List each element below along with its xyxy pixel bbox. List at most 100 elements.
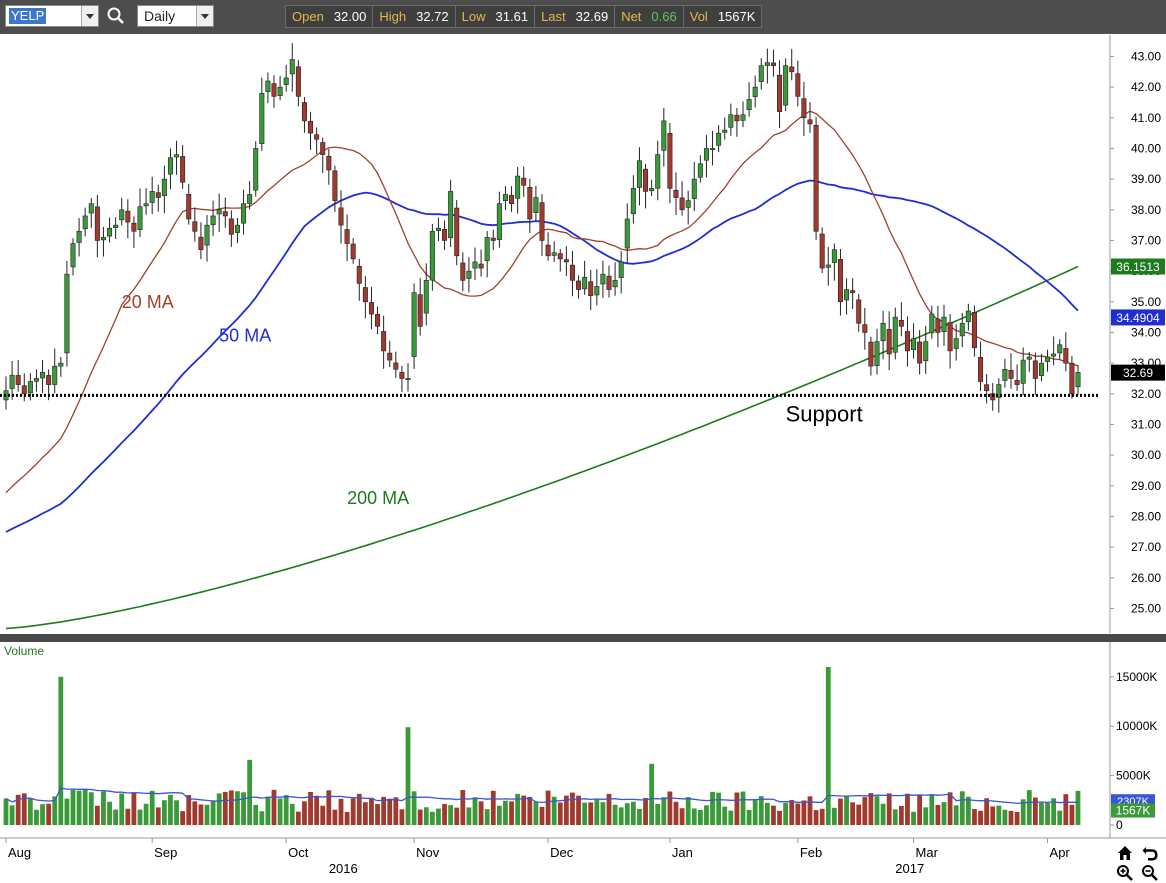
volume-bar — [624, 803, 630, 825]
quote-label: Open — [292, 9, 324, 24]
candle-body — [618, 261, 624, 278]
candle-body — [350, 243, 356, 260]
candle-body — [837, 259, 843, 303]
volume-bar — [88, 792, 94, 825]
candle-body — [777, 74, 783, 112]
candle-body — [533, 197, 539, 213]
quote-last: Last 32.69 — [534, 5, 616, 28]
volume-bar — [801, 800, 807, 825]
candle — [94, 194, 100, 258]
candle-body — [192, 221, 198, 232]
volume-bar — [326, 790, 332, 825]
volume-bar — [1002, 809, 1008, 825]
volume-bar — [46, 803, 52, 825]
candle-body — [965, 310, 971, 323]
candle — [216, 193, 222, 233]
volume-bar — [417, 809, 423, 825]
candle — [180, 145, 186, 189]
search-icon[interactable] — [106, 6, 126, 26]
volume-bar — [338, 798, 344, 825]
candle — [326, 149, 332, 185]
candle-body — [1026, 356, 1032, 360]
axis-layer: 25.00 26.00 27.00 28.00 29.00 30.00 31.00 32.00… — [1109, 35, 1165, 838]
candle — [186, 183, 192, 225]
candle — [198, 222, 204, 260]
zoom-in-icon[interactable] — [1116, 864, 1134, 882]
candle-body — [283, 77, 289, 85]
volume-bar — [661, 797, 667, 825]
candle-body — [710, 148, 716, 150]
candle — [167, 148, 173, 190]
candle-body — [911, 338, 917, 351]
home-icon[interactable] — [1116, 844, 1134, 862]
candle — [283, 64, 289, 92]
interval-select[interactable]: Daily — [137, 5, 214, 27]
candle — [454, 200, 460, 266]
volume-bar — [588, 802, 594, 825]
candle — [521, 166, 527, 197]
volume-bar — [941, 802, 947, 825]
candle — [606, 265, 612, 298]
candle — [70, 238, 76, 276]
candle-body — [167, 157, 173, 175]
quote-value: 0.66 — [651, 9, 677, 24]
candle-body — [643, 168, 649, 192]
candle — [600, 260, 606, 298]
candle-body — [326, 155, 332, 171]
volume-bar — [27, 798, 33, 825]
candle-body — [978, 356, 984, 382]
volume-bar — [679, 808, 685, 825]
candle-body — [557, 253, 563, 260]
candle-body — [9, 375, 15, 389]
volume-bar — [734, 792, 740, 825]
symbol-dropdown-icon[interactable] — [81, 6, 98, 26]
volume-bar — [929, 794, 935, 825]
volume-bar — [740, 791, 746, 825]
candle — [1032, 352, 1038, 395]
volume-bar — [436, 808, 441, 825]
candle-body — [94, 206, 100, 241]
candle — [484, 231, 490, 278]
candle-body — [770, 62, 776, 66]
time-axis: Aug Sep Oct Nov Dec Jan Feb Mar Apr 2016 2017 — [0, 837, 1166, 876]
candle — [886, 311, 892, 371]
candle — [801, 81, 807, 136]
candle — [15, 359, 21, 392]
chart-area[interactable]: Support 20 MA 50 MA 200 MA Volume 25.00 26.0… — [0, 34, 1166, 883]
candle — [399, 365, 405, 393]
candle-body — [636, 160, 642, 188]
candle-body — [448, 191, 454, 239]
candle — [107, 217, 113, 243]
candle-body — [923, 341, 929, 362]
candle-body — [362, 287, 368, 303]
candle-body — [545, 244, 551, 257]
volume-bar — [917, 794, 923, 825]
candle-body — [856, 299, 862, 324]
price-tick-label: 30.00 — [1131, 448, 1161, 462]
candle — [831, 243, 837, 281]
interval-dropdown-icon[interactable] — [196, 6, 213, 26]
ma200-line — [5, 265, 1079, 630]
zoom-out-icon[interactable] — [1141, 864, 1159, 882]
symbol-input[interactable]: YELP — [5, 5, 99, 27]
price-tick-label: 32.00 — [1131, 387, 1161, 401]
volume-title: Volume — [4, 644, 44, 658]
pane-divider[interactable] — [0, 634, 1166, 642]
candle — [807, 102, 813, 133]
volume-bar — [752, 800, 758, 825]
volume-bar — [119, 793, 125, 825]
undo-icon[interactable] — [1141, 844, 1159, 862]
candle-body — [569, 264, 575, 281]
volume-bar — [990, 806, 996, 825]
month-label: Apr — [1050, 845, 1071, 860]
candle — [466, 257, 472, 293]
candle-body — [673, 189, 679, 198]
volume-last-tag-label: 1567K — [1116, 804, 1151, 818]
volume-bar — [82, 789, 88, 825]
volume-bar — [819, 808, 825, 825]
candle-body — [295, 66, 301, 97]
volume-bar — [344, 812, 350, 825]
candle-body — [314, 134, 320, 140]
candle-body — [898, 320, 904, 327]
quote-value: 32.69 — [575, 9, 609, 24]
